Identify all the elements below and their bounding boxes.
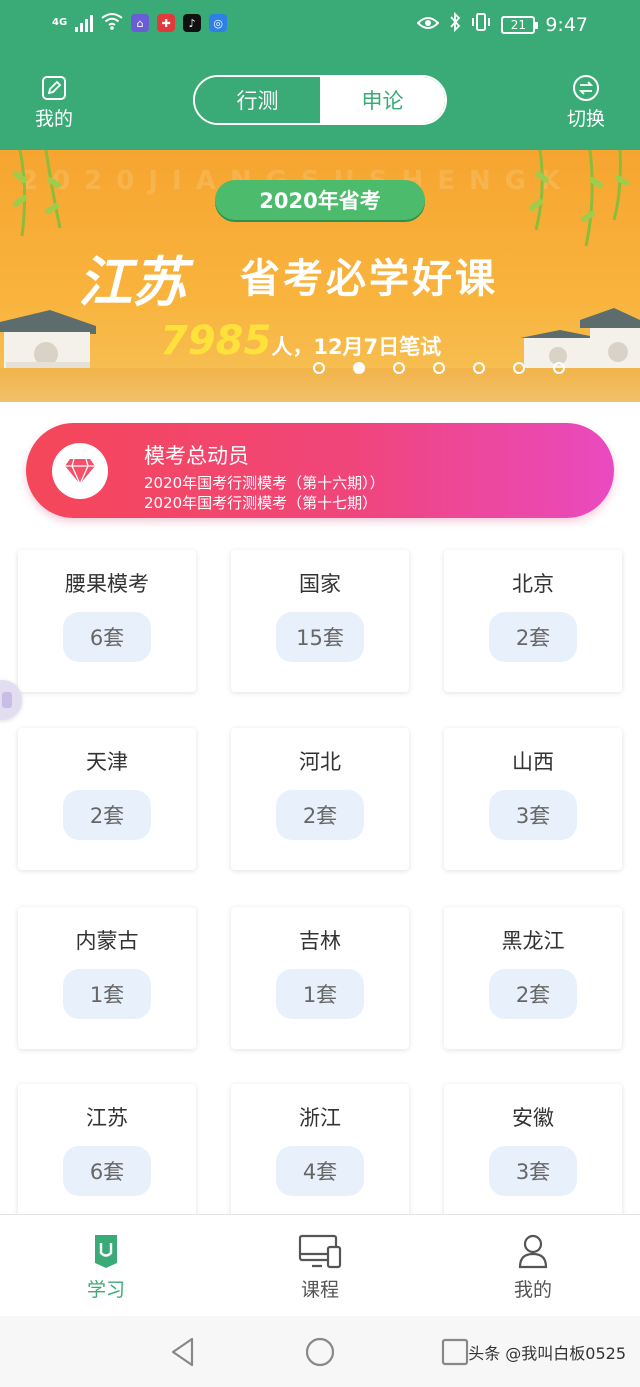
switch-button-label: 切换: [566, 108, 605, 130]
carousel-dot[interactable]: [553, 362, 565, 374]
wifi-icon: [101, 12, 123, 34]
diamond-icon: [52, 443, 108, 499]
banner-subtitle-text: 人，12月7日笔试: [271, 335, 442, 359]
swap-icon: [573, 75, 599, 101]
nav-study[interactable]: 学习: [46, 1233, 166, 1302]
region-name: 吉林: [299, 929, 341, 953]
edit-icon: [42, 76, 66, 100]
system-nav-bar: 头条 @我叫白板0525: [0, 1316, 640, 1387]
subject-switcher: 行测 申论: [193, 75, 447, 125]
banner-title: 省考必学好课: [240, 256, 498, 302]
banner-subtitle: 7985人，12月7日笔试: [160, 318, 441, 364]
carousel-dot[interactable]: [473, 362, 485, 374]
region-name: 北京: [512, 572, 554, 596]
network-type: 4G: [52, 17, 68, 28]
carousel-dot[interactable]: [393, 362, 405, 374]
vibrate-icon: [471, 12, 491, 37]
region-card[interactable]: 安徽 3套: [444, 1084, 622, 1226]
nav-courses[interactable]: 课程: [260, 1233, 380, 1302]
mock-exam-line-2: 2020年国考行测模考（第十七期）: [144, 494, 378, 512]
region-card[interactable]: 河北 2套: [231, 728, 409, 870]
battery-icon: 21: [501, 15, 539, 34]
home-icon[interactable]: [304, 1336, 336, 1368]
region-card[interactable]: 山西 3套: [444, 728, 622, 870]
person-icon: [518, 1234, 548, 1269]
region-name: 河北: [299, 750, 341, 774]
recents-icon[interactable]: [440, 1336, 470, 1368]
status-bar: 4G ⌂ ✚ ♪ ◎ 21 9:47: [0, 0, 640, 50]
carousel-dot-active[interactable]: [353, 362, 365, 374]
region-card[interactable]: 黑龙江 2套: [444, 907, 622, 1049]
banner-count: 7985: [160, 318, 272, 364]
region-name: 腰果模考: [65, 572, 149, 596]
region-card[interactable]: 腰果模考 6套: [18, 550, 196, 692]
region-name: 江苏: [86, 1106, 128, 1130]
willow-right-decoration: [529, 150, 629, 247]
region-count: 3套: [489, 790, 577, 840]
my-button[interactable]: 我的: [24, 74, 84, 131]
nav-study-label: 学习: [86, 1279, 125, 1301]
tab-xingce[interactable]: 行测: [195, 77, 320, 123]
nav-courses-label: 课程: [300, 1279, 339, 1301]
region-name: 内蒙古: [75, 929, 139, 953]
banner-badge: 2020年省考: [215, 180, 425, 220]
region-count: 6套: [63, 612, 151, 662]
signal-icon: [75, 14, 94, 32]
region-name: 安徽: [512, 1106, 554, 1130]
region-count: 2套: [489, 612, 577, 662]
house-left-decoration: [0, 310, 96, 372]
region-count: 4套: [276, 1146, 364, 1196]
promo-banner[interactable]: 2020JIANGSUSHENGK 2020年省考 江苏 省考必学好课 7985…: [0, 150, 640, 402]
region-card[interactable]: 内蒙古 1套: [18, 907, 196, 1049]
mock-exam-card[interactable]: 模考总动员 2020年国考行测模考（第十六期）） 2020年国考行测模考（第十七…: [26, 423, 614, 518]
bookmark-icon: [95, 1235, 117, 1268]
bluetooth-icon: [449, 11, 461, 37]
region-card[interactable]: 浙江 4套: [231, 1084, 409, 1226]
bottom-nav: 学习 课程 我的: [0, 1214, 640, 1316]
nav-profile-label: 我的: [513, 1279, 552, 1301]
clock: 9:47: [545, 13, 588, 36]
region-name: 浙江: [299, 1106, 341, 1130]
app-notification-icon: ✚: [157, 14, 176, 32]
region-card[interactable]: 国家 15套: [231, 550, 409, 692]
region-count: 2套: [63, 790, 151, 840]
region-count: 3套: [489, 1146, 577, 1196]
back-icon[interactable]: [168, 1336, 198, 1368]
monitor-icon: [298, 1234, 342, 1269]
tiktok-icon: ♪: [183, 14, 202, 32]
region-count: 15套: [276, 612, 364, 662]
region-card[interactable]: 天津 2套: [18, 728, 196, 870]
app-notification-icon: ⌂: [131, 14, 150, 32]
mock-exam-line-1: 2020年国考行测模考（第十六期））: [144, 474, 385, 492]
eye-icon: [416, 14, 440, 36]
app-notification-icon: ◎: [209, 14, 228, 32]
mock-exam-title: 模考总动员: [144, 444, 249, 468]
region-name: 国家: [299, 572, 341, 596]
app-header: 4G ⌂ ✚ ♪ ◎ 21 9:47 我的 行测 申论 切换: [0, 0, 640, 150]
region-card[interactable]: 北京 2套: [444, 550, 622, 692]
carousel-dots[interactable]: [313, 362, 565, 374]
carousel-dot[interactable]: [313, 362, 325, 374]
region-card[interactable]: 吉林 1套: [231, 907, 409, 1049]
region-count: 1套: [63, 969, 151, 1019]
region-count: 1套: [276, 969, 364, 1019]
nav-profile[interactable]: 我的: [473, 1233, 593, 1302]
region-name: 黑龙江: [501, 929, 565, 953]
region-count: 2套: [276, 790, 364, 840]
region-card[interactable]: 江苏 6套: [18, 1084, 196, 1226]
tab-shenlun[interactable]: 申论: [320, 77, 445, 123]
region-name: 山西: [512, 750, 554, 774]
carousel-dot[interactable]: [513, 362, 525, 374]
my-button-label: 我的: [34, 108, 73, 130]
region-count: 6套: [63, 1146, 151, 1196]
watermark: 头条 @我叫白板0525: [468, 1344, 626, 1363]
carousel-dot[interactable]: [433, 362, 445, 374]
switch-button[interactable]: 切换: [556, 74, 616, 131]
region-count: 2套: [489, 969, 577, 1019]
willow-left-decoration: [13, 150, 62, 237]
region-name: 天津: [86, 750, 128, 774]
